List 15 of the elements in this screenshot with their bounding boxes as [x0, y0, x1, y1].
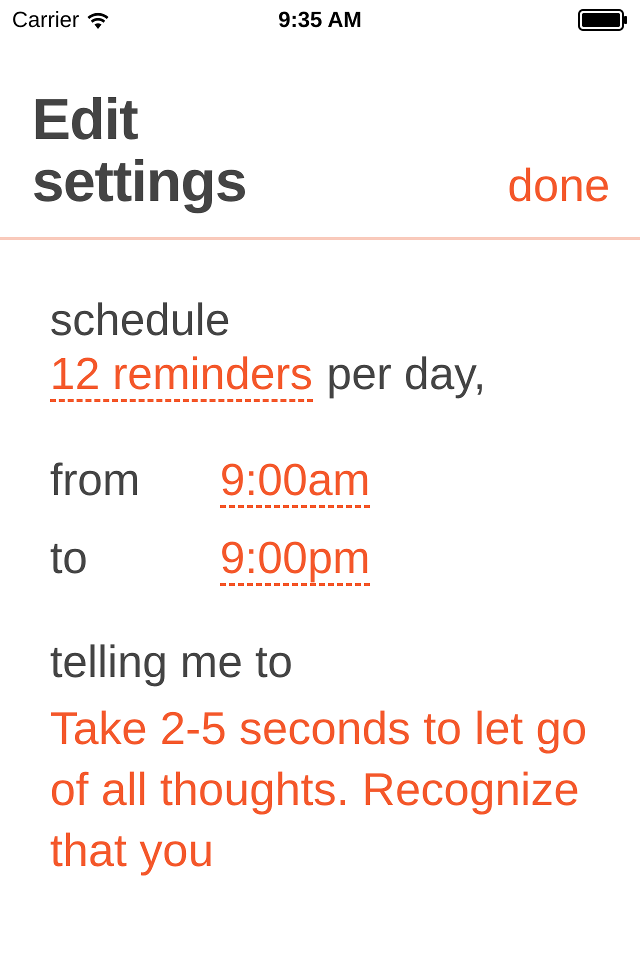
carrier-label: Carrier [12, 7, 80, 33]
done-button[interactable]: done [508, 159, 610, 211]
reminder-message[interactable]: Take 2-5 seconds to let go of all thoughts. Recognize that you [50, 698, 610, 881]
time-link[interactable]: 9:00pm [220, 533, 370, 586]
time-label: to [50, 531, 89, 585]
time-link[interactable]: 9:00am [220, 455, 370, 508]
page-title: Edit settings [32, 89, 248, 213]
section-label: schedule [50, 293, 232, 347]
section-label: telling me to [50, 635, 294, 689]
status-time: 9:35 AM [278, 7, 362, 32]
reminder-count-link[interactable]: 12 reminders [50, 349, 313, 402]
wifi-icon [87, 12, 110, 28]
time-label: from [50, 453, 141, 507]
frequency-text: per day, [326, 348, 486, 400]
battery-icon [578, 9, 628, 31]
